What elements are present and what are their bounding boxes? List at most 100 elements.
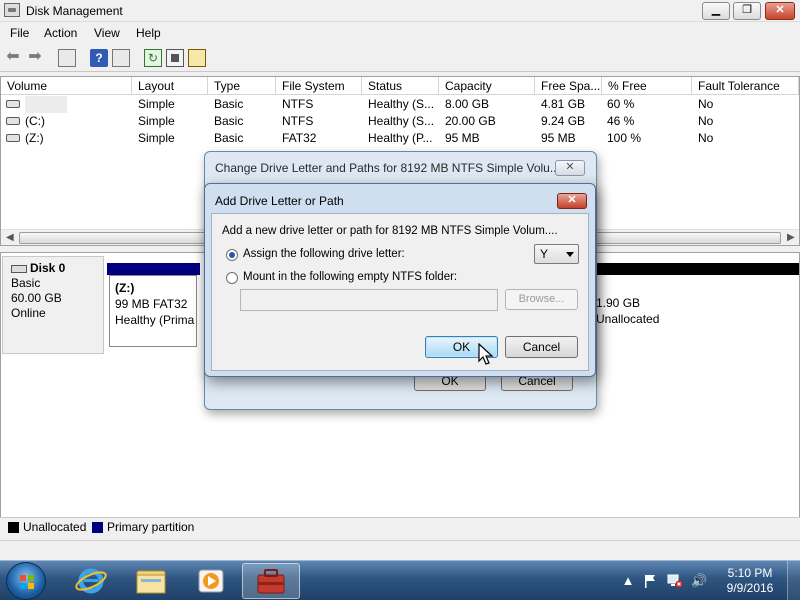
system-clock[interactable]: 5:10 PM 9/9/2016 [718, 566, 782, 596]
column-layout[interactable]: Layout [132, 77, 208, 95]
assign-letter-radio[interactable] [226, 249, 238, 261]
taskbar-windows-explorer[interactable] [122, 563, 180, 599]
disk-name: Disk 0 [30, 261, 66, 275]
back-arrow-icon[interactable]: ⬅ [4, 49, 22, 67]
taskbar-internet-explorer[interactable] [62, 563, 120, 599]
close-icon: ✕ [775, 4, 785, 16]
action-center-flag-icon[interactable] [642, 573, 658, 589]
fault-tolerance-cell: No [698, 114, 714, 128]
toolbar: ⬅ ➡ ? ↻ [0, 44, 800, 72]
partition-z[interactable]: (Z:) 99 MB FAT32 Healthy (Prima [109, 275, 197, 347]
percent-free-cell: 46 % [607, 114, 635, 128]
dialog-title: Change Drive Letter and Paths for 8192 M… [215, 161, 560, 175]
menu-bar: File Action View Help [0, 22, 800, 44]
add-drive-letter-dialog: Add Drive Letter or Path ✕ Add a new dri… [204, 183, 596, 377]
drive-icon [6, 134, 20, 142]
mount-folder-radio[interactable] [226, 272, 238, 284]
disk-type: Basic [11, 276, 41, 290]
column-percent-free[interactable]: % Free [602, 77, 692, 95]
capacity-cell: 20.00 GB [445, 114, 496, 128]
explorer-folders-icon [136, 570, 166, 594]
help-icon[interactable]: ? [90, 49, 108, 67]
layout-cell: Simple [138, 97, 175, 111]
menu-help[interactable]: Help [136, 26, 161, 40]
column-status[interactable]: Status [362, 77, 439, 95]
unallocated-bar [591, 263, 799, 275]
column-free-space[interactable]: Free Spa... [535, 77, 602, 95]
refresh-icon[interactable]: ↻ [144, 49, 162, 67]
status-cell: Healthy (S... [368, 97, 435, 111]
free-space-cell: 9.24 GB [541, 114, 586, 128]
internet-explorer-icon [75, 568, 107, 594]
minimize-button[interactable]: ▁ [702, 2, 730, 20]
dialog-description: Add a new drive letter or path for 8192 … [222, 225, 558, 237]
window-title: Disk Management [26, 4, 123, 18]
show-desktop-button[interactable] [787, 561, 800, 600]
free-space-cell: 4.81 GB [541, 97, 586, 111]
minimize-icon: ▁ [711, 4, 721, 16]
scroll-left-icon[interactable]: ◀ [6, 232, 14, 243]
fault-tolerance-cell: No [698, 97, 714, 111]
browse-button[interactable]: Browse... [505, 289, 578, 310]
volume-icon[interactable]: 🔊 [691, 573, 707, 589]
disk-icon [11, 264, 27, 273]
drive-letter-select[interactable]: Y [534, 244, 579, 264]
disk-size: 60.00 GB [11, 291, 62, 305]
mount-folder-label[interactable]: Mount in the following empty NTFS folder… [243, 271, 457, 283]
partition-status: Unallocated [596, 312, 660, 326]
computer-management-icon [257, 569, 285, 594]
folder-path-input[interactable] [240, 289, 498, 311]
capacity-cell: 95 MB [445, 131, 480, 145]
network-icon[interactable] [667, 573, 683, 589]
type-cell: Basic [214, 97, 244, 111]
taskbar: ▲ 🔊 5:10 PM 9/9/2016 [0, 560, 800, 600]
assign-letter-label[interactable]: Assign the following drive letter: [243, 248, 405, 260]
maximize-icon: ❐ [742, 4, 752, 16]
drive-icon [6, 117, 20, 125]
show-hidden-icons[interactable]: ▲ [620, 573, 636, 589]
type-cell: Basic [214, 114, 244, 128]
volume-name [25, 96, 67, 113]
scroll-right-icon[interactable]: ▶ [787, 232, 795, 243]
partition-unallocated[interactable]: 1.90 GB Unallocated [591, 275, 797, 347]
partition-label: (Z:) [115, 281, 135, 295]
properties-icon[interactable] [166, 49, 184, 67]
taskbar-media-player[interactable] [182, 563, 240, 599]
layout-cell: Simple [138, 114, 175, 128]
free-space-cell: 95 MB [541, 131, 576, 145]
disk-0-header[interactable]: Disk 0 Basic 60.00 GB Online [2, 256, 104, 354]
disk-properties-icon[interactable] [188, 49, 206, 67]
show-hide-icon[interactable] [112, 49, 130, 67]
percent-free-cell: 100 % [607, 131, 642, 145]
cancel-button[interactable]: Cancel [505, 336, 578, 358]
menu-action[interactable]: Action [44, 26, 77, 40]
maximize-button[interactable]: ❐ [733, 2, 761, 20]
column-capacity[interactable]: Capacity [439, 77, 535, 95]
close-button[interactable]: ✕ [765, 2, 795, 20]
column-fault-tolerance[interactable]: Fault Tolerance [692, 77, 799, 95]
media-player-icon [198, 569, 224, 593]
volume-name: (Z:) [25, 131, 44, 145]
menu-view[interactable]: View [94, 26, 120, 40]
dialog-close-button[interactable]: ✕ [557, 193, 587, 209]
forward-arrow-icon[interactable]: ➡ [26, 49, 44, 67]
chevron-down-icon [566, 252, 574, 257]
menu-file[interactable]: File [10, 26, 29, 40]
legend-unallocated-swatch [8, 522, 19, 533]
start-button[interactable] [6, 562, 46, 600]
legend-primary-label: Primary partition [107, 520, 195, 534]
taskbar-computer-management[interactable] [242, 563, 300, 599]
column-type[interactable]: Type [208, 77, 276, 95]
column-volume[interactable]: Volume [1, 77, 132, 95]
column-file-system[interactable]: File System [276, 77, 362, 95]
status-bar [0, 540, 800, 560]
close-icon: ✕ [567, 194, 577, 206]
mouse-pointer-icon [478, 343, 494, 365]
disk-management-app-icon [4, 3, 20, 17]
fault-tolerance-cell: No [698, 131, 714, 145]
drive-icon [6, 100, 20, 108]
dialog-close-button[interactable]: ✕ [555, 160, 585, 176]
percent-free-cell: 60 % [607, 97, 635, 111]
console-tree-icon[interactable] [58, 49, 76, 67]
clock-date: 9/9/2016 [726, 581, 774, 595]
